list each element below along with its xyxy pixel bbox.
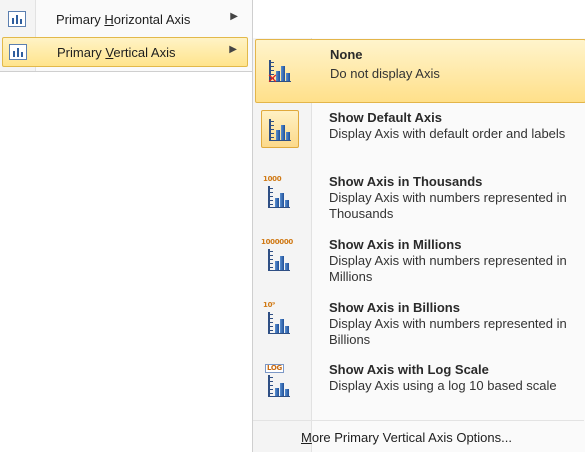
option-description: Display Axis with default order and labe… bbox=[329, 126, 566, 141]
axis-option-thousands[interactable]: 1000 Show Axis in Thousands Display Axis… bbox=[255, 172, 585, 232]
billions-axis-icon: 10⁹ bbox=[261, 302, 299, 340]
primary-vertical-axis-submenu: ✕ None Do not display Axis Show Default … bbox=[252, 38, 585, 452]
option-title: Show Axis in Billions bbox=[329, 300, 460, 315]
log-scale-axis-icon: LOG bbox=[261, 364, 299, 402]
primary-vertical-axis-item[interactable]: Primary Vertical Axis ▶ bbox=[2, 37, 248, 67]
more-axis-options-item[interactable]: More Primary Vertical Axis Options... bbox=[253, 420, 584, 453]
option-title: Show Axis in Thousands bbox=[329, 174, 483, 189]
option-title: Show Axis with Log Scale bbox=[329, 362, 489, 377]
option-description: Display Axis with numbers represented in… bbox=[329, 190, 567, 221]
option-description: Display Axis with numbers represented in… bbox=[329, 253, 567, 284]
option-description: Display Axis using a log 10 based scale bbox=[329, 378, 557, 393]
chart-axes-menu: Primary Horizontal Axis ▶ Primary Vertic… bbox=[0, 0, 253, 72]
axis-option-default[interactable]: Show Default Axis Display Axis with defa… bbox=[255, 108, 585, 166]
primary-horizontal-axis-label: Primary Horizontal Axis bbox=[56, 12, 191, 27]
primary-vertical-axis-label: Primary Vertical Axis bbox=[57, 45, 176, 60]
option-title: None bbox=[330, 47, 363, 62]
axis-option-millions[interactable]: 1000000 Show Axis in Millions Display Ax… bbox=[255, 235, 585, 295]
submenu-arrow-icon: ▶ bbox=[230, 11, 238, 22]
submenu-arrow-icon: ▶ bbox=[229, 44, 237, 55]
option-description: Do not display Axis bbox=[330, 66, 440, 81]
horizontal-axis-icon bbox=[8, 11, 26, 27]
axis-option-log-scale[interactable]: LOG Show Axis with Log Scale Display Axi… bbox=[255, 360, 585, 418]
option-title: Show Axis in Millions bbox=[329, 237, 462, 252]
axis-option-none[interactable]: ✕ None Do not display Axis bbox=[255, 39, 585, 103]
no-axis-icon: ✕ bbox=[262, 52, 300, 90]
option-description: Display Axis with numbers represented in… bbox=[329, 316, 567, 347]
millions-axis-icon: 1000000 bbox=[261, 239, 299, 277]
vertical-axis-icon bbox=[9, 44, 27, 60]
thousands-axis-icon: 1000 bbox=[261, 176, 299, 214]
option-title: Show Default Axis bbox=[329, 110, 442, 125]
more-axis-options-label: More Primary Vertical Axis Options... bbox=[301, 430, 512, 445]
axis-option-billions[interactable]: 10⁹ Show Axis in Billions Display Axis w… bbox=[255, 298, 585, 358]
primary-horizontal-axis-item[interactable]: Primary Horizontal Axis ▶ bbox=[2, 5, 248, 35]
default-axis-icon bbox=[261, 110, 299, 148]
